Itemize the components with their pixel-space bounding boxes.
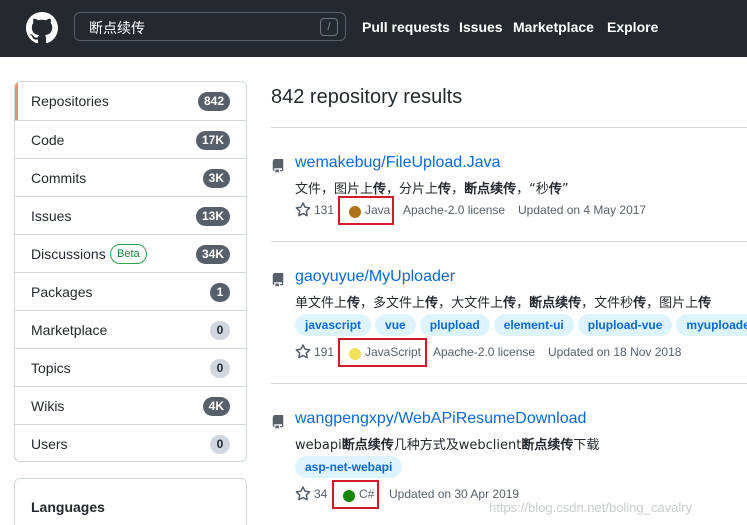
topic-tag[interactable]: asp-net-webapi — [295, 456, 403, 478]
filter-label: Topics — [31, 360, 71, 376]
topic-tag[interactable]: javascript — [295, 314, 372, 336]
search-query: 断点续传 — [89, 21, 145, 37]
count-badge: 0 — [210, 359, 230, 378]
languages-title: Languages — [31, 499, 105, 515]
filter-label: Users — [31, 436, 68, 452]
topic-tag[interactable]: vue — [375, 314, 416, 336]
divider — [271, 383, 747, 384]
repo-meta: 191 JavaScript Apache-2.0 license Update… — [295, 338, 735, 367]
nav-explore[interactable]: Explore — [607, 19, 658, 35]
star-icon[interactable] — [295, 344, 311, 360]
language-color-dot — [343, 490, 355, 502]
language-name: JavaScript — [365, 345, 422, 359]
star-count[interactable]: 34 — [314, 484, 327, 504]
filter-label: Wikis — [31, 398, 65, 414]
language-highlight-box: C# — [332, 480, 379, 509]
filter-users[interactable]: Users 0 — [15, 424, 246, 461]
topic-tags: javascript vue plupload element-ui plupload-… — [295, 314, 747, 338]
topic-tag[interactable]: plupload-vue — [577, 314, 673, 336]
filter-code[interactable]: Code 17K — [15, 120, 246, 158]
star-icon[interactable] — [295, 202, 311, 218]
star-icon[interactable] — [295, 486, 311, 502]
count-badge: 3K — [202, 169, 230, 188]
filter-label: Discussions — [31, 246, 106, 262]
filter-label: Marketplace — [31, 322, 108, 338]
repo-description: 文件，图片上传，分片上传，断点续传，“秒传” — [295, 182, 569, 197]
filter-repositories[interactable]: Repositories 842 — [15, 82, 246, 120]
top-header: 断点续传 / Pull requests Issues Marketplace … — [0, 0, 747, 57]
repo-link[interactable]: wangpengxpy/WebAPiResumeDownload — [295, 410, 586, 428]
filter-label: Commits — [31, 170, 87, 186]
language-name: C# — [359, 487, 375, 501]
filter-commits[interactable]: Commits 3K — [15, 158, 246, 196]
filter-issues[interactable]: Issues 13K — [15, 196, 246, 234]
filter-packages[interactable]: Packages 1 — [15, 272, 246, 310]
updated-date: Updated on 4 May 2017 — [518, 203, 647, 217]
filter-label: Repositories — [31, 93, 109, 109]
watermark: https://blog.csdn.net/boling_cavalry — [489, 500, 693, 515]
repo-result: gaoyuyue/MyUploader 单文件上传，多文件上传，大文件上传，断点… — [271, 268, 747, 368]
filter-label: Packages — [31, 284, 93, 300]
languages-panel: Languages — [14, 478, 247, 525]
language-highlight-box: Java — [338, 196, 394, 225]
count-badge: 0 — [210, 321, 230, 340]
repo-description: 单文件上传，多文件上传，大文件上传，断点续传，文件秒传，图片上传 — [295, 296, 712, 311]
repo-icon — [272, 415, 284, 429]
count-badge: 1 — [210, 283, 230, 302]
count-badge: 0 — [210, 435, 230, 454]
license: Apache-2.0 license — [433, 345, 536, 359]
count-badge: 4K — [202, 397, 230, 416]
github-logo-icon[interactable] — [26, 12, 58, 44]
star-count[interactable]: 191 — [314, 342, 334, 362]
topic-tag[interactable]: element-ui — [493, 314, 574, 336]
beta-badge: Beta — [110, 244, 147, 264]
filter-topics[interactable]: Topics 0 — [15, 348, 246, 386]
count-badge: 17K — [195, 131, 230, 150]
topic-tag[interactable]: plupload — [419, 314, 490, 336]
star-count[interactable]: 131 — [314, 200, 334, 220]
nav-pull-requests[interactable]: Pull requests — [362, 19, 450, 35]
filter-discussions[interactable]: Discussions Beta 34K — [15, 234, 246, 272]
repo-icon — [272, 159, 284, 173]
updated-date: Updated on 18 Nov 2018 — [548, 345, 682, 359]
slash-shortcut-icon: / — [320, 18, 338, 36]
language-name: Java — [365, 203, 391, 217]
repo-meta: 131 Java Apache-2.0 license Updated on 4… — [295, 196, 725, 225]
repo-icon — [272, 273, 284, 287]
repo-link[interactable]: gaoyuyue/MyUploader — [295, 268, 455, 286]
count-badge: 34K — [195, 245, 230, 264]
nav-marketplace[interactable]: Marketplace — [513, 19, 594, 35]
repo-description: webapi断点续传几种方式及webclient断点续传下载 — [295, 438, 600, 453]
repo-result: wemakebug/FileUpload.Java 文件，图片上传，分片上传，断… — [271, 154, 747, 225]
nav-issues[interactable]: Issues — [459, 19, 503, 35]
topic-tags: asp-net-webapi — [295, 456, 406, 480]
search-input[interactable]: 断点续传 / — [74, 12, 346, 41]
repo-link[interactable]: wemakebug/FileUpload.Java — [295, 154, 500, 172]
language-color-dot — [349, 206, 361, 218]
filter-label: Code — [31, 132, 65, 148]
filter-label: Issues — [31, 208, 72, 224]
language-highlight-box: JavaScript — [338, 338, 427, 367]
language-color-dot — [349, 348, 361, 360]
filter-marketplace[interactable]: Marketplace 0 — [15, 310, 246, 348]
search-filter-menu: Repositories 842 Code 17K Commits 3K Iss… — [14, 81, 247, 462]
license: Apache-2.0 license — [403, 203, 506, 217]
divider — [271, 127, 747, 128]
count-badge: 842 — [197, 92, 230, 111]
count-badge: 13K — [195, 207, 230, 226]
repo-result: wangpengxpy/WebAPiResumeDownload webapi断… — [271, 410, 747, 510]
results-title: 842 repository results — [271, 86, 463, 108]
filter-wikis[interactable]: Wikis 4K — [15, 386, 246, 424]
topic-tag[interactable]: myuploader — [676, 314, 747, 336]
divider — [271, 241, 747, 242]
